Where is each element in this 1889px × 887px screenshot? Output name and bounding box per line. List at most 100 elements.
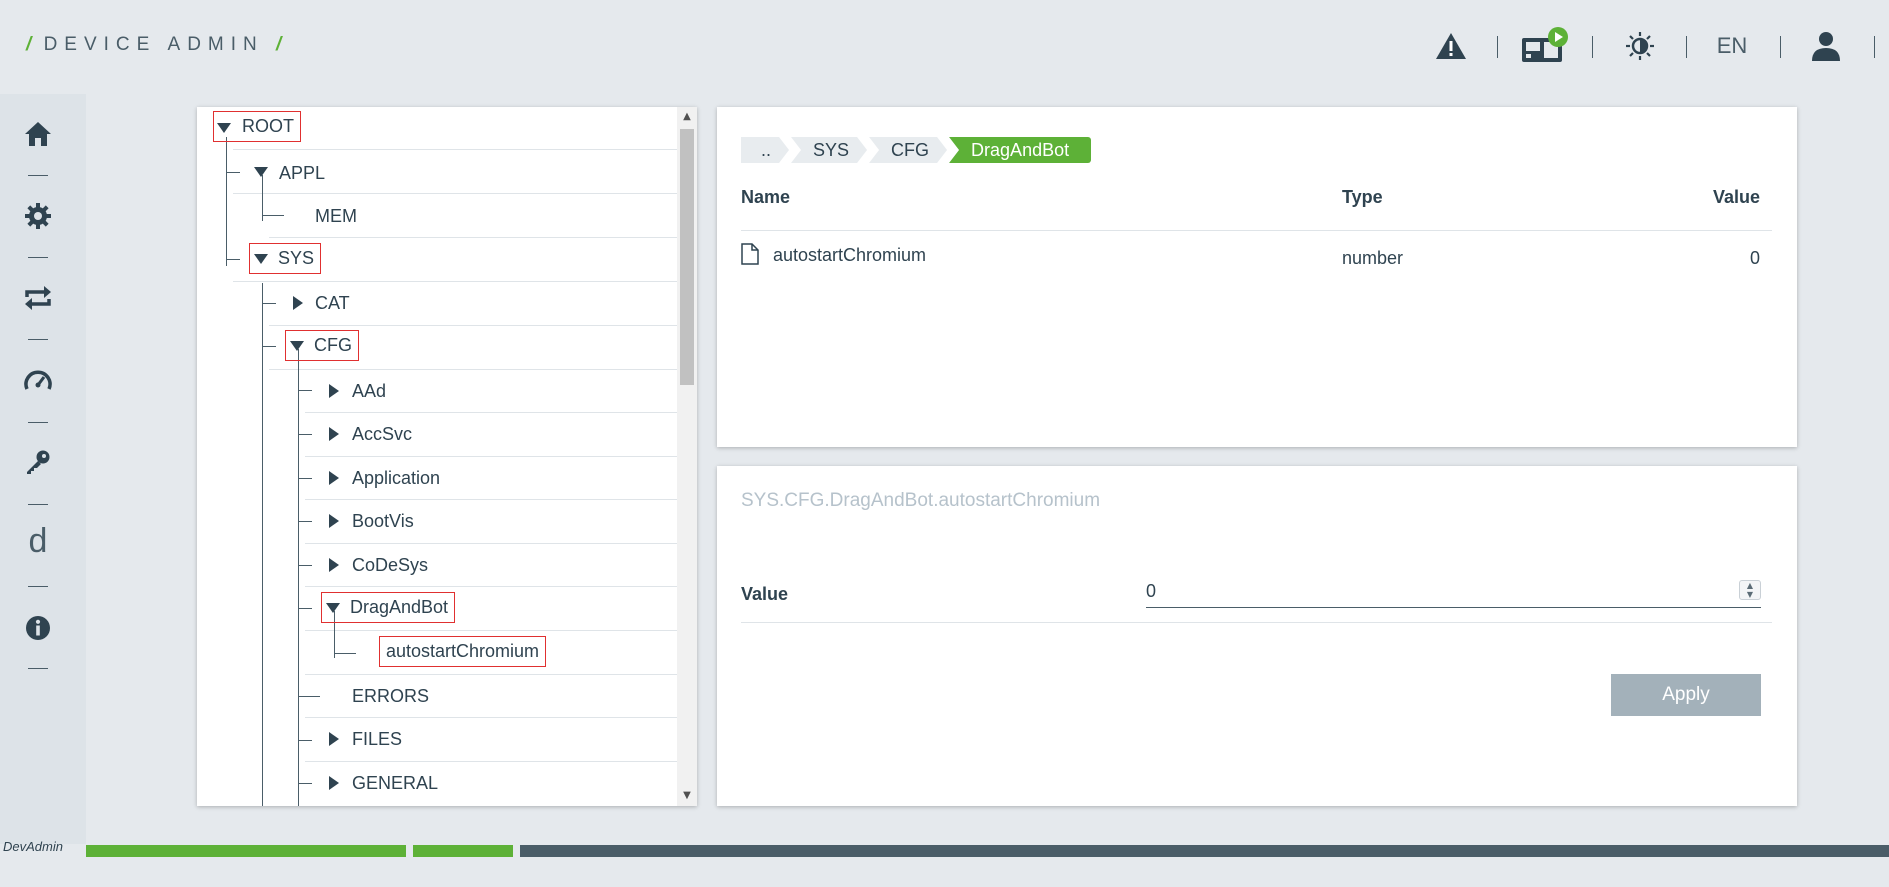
status-bar-segment xyxy=(413,845,513,857)
scroll-down-icon[interactable]: ▼ xyxy=(681,789,693,803)
field-divider xyxy=(741,622,1772,623)
tree-node-cat[interactable]: CAT xyxy=(197,281,677,325)
footer-app-label: DevAdmin xyxy=(3,839,63,854)
column-header-type[interactable]: Type xyxy=(1342,187,1383,208)
settings-icon[interactable] xyxy=(22,200,54,232)
tree-node-label[interactable]: AccSvc xyxy=(352,424,412,445)
tree-node-label[interactable]: APPL xyxy=(279,163,325,184)
tree-node-aad[interactable]: AAd xyxy=(197,369,677,413)
tree-panel: ROOT APPL MEM SYS CAT CFG AAd AccSvc App… xyxy=(197,107,697,806)
tree-node-label[interactable]: BootVis xyxy=(352,511,414,532)
tree-node-label[interactable]: FILES xyxy=(352,729,402,750)
nav-separator xyxy=(28,668,48,669)
key-icon[interactable] xyxy=(22,446,54,478)
column-header-name[interactable]: Name xyxy=(741,187,790,208)
tree-node-label[interactable]: MEM xyxy=(315,206,357,227)
row-name: autostartChromium xyxy=(773,245,927,265)
app-logo: / DEVICE ADMIN / xyxy=(26,34,282,55)
nav-separator xyxy=(28,586,48,587)
file-icon xyxy=(741,243,759,269)
tree-node-sys[interactable]: SYS xyxy=(197,238,677,282)
expand-arrow-icon[interactable] xyxy=(329,471,339,485)
header-separator xyxy=(1592,36,1593,58)
variable-browser-panel: .. SYS CFG DragAndBot Name Type Value au… xyxy=(717,107,1797,447)
tree-node-general[interactable]: GENERAL xyxy=(197,761,677,805)
tree-node-label[interactable]: AAd xyxy=(352,381,386,402)
expand-arrow-icon[interactable] xyxy=(293,296,303,310)
scroll-thumb[interactable] xyxy=(680,129,694,385)
tree-node-label[interactable]: SYS xyxy=(249,243,322,274)
tree-node-mem[interactable]: MEM xyxy=(197,194,677,238)
tree-node-codesys[interactable]: CoDeSys xyxy=(197,543,677,587)
breadcrumb-item[interactable]: CFG xyxy=(869,137,947,163)
tree-node-appl[interactable]: APPL xyxy=(197,151,677,195)
column-header-value[interactable]: Value xyxy=(1713,187,1760,208)
tree-node-draganbot[interactable]: DragAndBot xyxy=(197,586,677,630)
row-type: number xyxy=(1342,248,1404,268)
tree-node-label[interactable]: DragAndBot xyxy=(321,592,456,623)
tree-node-application[interactable]: Application xyxy=(197,456,677,500)
nav-item-d-label: d xyxy=(28,521,48,560)
table-header-divider xyxy=(741,230,1772,231)
scroll-up-icon[interactable]: ▲ xyxy=(681,110,693,124)
tree-node-label[interactable]: ERRORS xyxy=(352,686,429,707)
header-separator xyxy=(1497,36,1498,58)
tree-node-label[interactable]: Application xyxy=(352,468,440,489)
app-header: / DEVICE ADMIN / EN xyxy=(0,0,1889,94)
tree-node-root[interactable]: ROOT xyxy=(197,107,677,151)
tree-node-label[interactable]: CAT xyxy=(315,293,350,314)
info-icon[interactable] xyxy=(22,612,54,644)
collapse-arrow-icon[interactable] xyxy=(254,167,268,177)
tree-node-files[interactable]: FILES xyxy=(197,717,677,761)
header-separator xyxy=(1686,36,1687,58)
tree-node-bootvis[interactable]: BootVis xyxy=(197,499,677,543)
table-row[interactable]: autostartChromium number 0 xyxy=(741,237,1772,281)
device-run-icon[interactable] xyxy=(1520,27,1570,64)
status-bar-segment xyxy=(86,845,406,857)
value-input[interactable] xyxy=(1146,576,1761,608)
tree-node-label[interactable]: autostartChromium xyxy=(379,636,547,667)
tree-scrollbar[interactable]: ▲ ▼ xyxy=(677,107,697,806)
language-selector[interactable]: EN xyxy=(1712,28,1752,64)
expand-arrow-icon[interactable] xyxy=(329,514,339,528)
dashboard-icon[interactable] xyxy=(22,364,54,396)
tree-node-cfg[interactable]: CFG xyxy=(197,325,677,369)
breadcrumb-item[interactable]: .. xyxy=(741,137,789,163)
tree-node-autostartchromium[interactable]: autostartChromium xyxy=(197,630,677,674)
expand-arrow-icon[interactable] xyxy=(329,732,339,746)
header-separator xyxy=(1780,36,1781,58)
nav-separator xyxy=(28,504,48,505)
status-bar-segment xyxy=(520,845,1889,857)
side-navigation: d xyxy=(0,94,86,844)
tree-node-label[interactable]: CFG xyxy=(285,330,359,361)
variable-path: SYS.CFG.DragAndBot.autostartChromium xyxy=(741,490,1101,511)
value-label: Value xyxy=(741,584,789,604)
tree-node-accsvc[interactable]: AccSvc xyxy=(197,412,677,456)
breadcrumb: .. SYS CFG DragAndBot xyxy=(741,137,1093,163)
nav-separator xyxy=(28,339,48,340)
language-label: EN xyxy=(1716,33,1748,58)
nav-separator xyxy=(28,257,48,258)
tree-node-label[interactable]: ROOT xyxy=(213,111,301,142)
apply-button[interactable]: Apply xyxy=(1611,674,1761,716)
theme-toggle-icon[interactable] xyxy=(1622,28,1658,64)
value-stepper[interactable]: ▲ ▼ xyxy=(1739,580,1761,600)
tree-node-label[interactable]: GENERAL xyxy=(352,773,438,794)
nav-item-d[interactable]: d xyxy=(22,520,54,562)
home-icon[interactable] xyxy=(22,118,54,150)
header-separator xyxy=(1874,36,1875,58)
app-logo-text: DEVICE ADMIN xyxy=(43,34,264,55)
expand-arrow-icon[interactable] xyxy=(329,558,339,572)
breadcrumb-item[interactable]: SYS xyxy=(791,137,867,163)
nav-separator xyxy=(28,175,48,176)
breadcrumb-item-active[interactable]: DragAndBot xyxy=(949,137,1092,163)
tree-node-errors[interactable]: ERRORS xyxy=(197,674,677,718)
expand-arrow-icon[interactable] xyxy=(329,427,339,441)
expand-arrow-icon[interactable] xyxy=(329,384,339,398)
user-icon[interactable] xyxy=(1808,28,1844,64)
warning-icon[interactable] xyxy=(1431,28,1471,64)
sync-icon[interactable] xyxy=(22,282,54,314)
tree-node-label[interactable]: CoDeSys xyxy=(352,555,428,576)
nav-separator xyxy=(28,422,48,423)
expand-arrow-icon[interactable] xyxy=(329,776,339,790)
